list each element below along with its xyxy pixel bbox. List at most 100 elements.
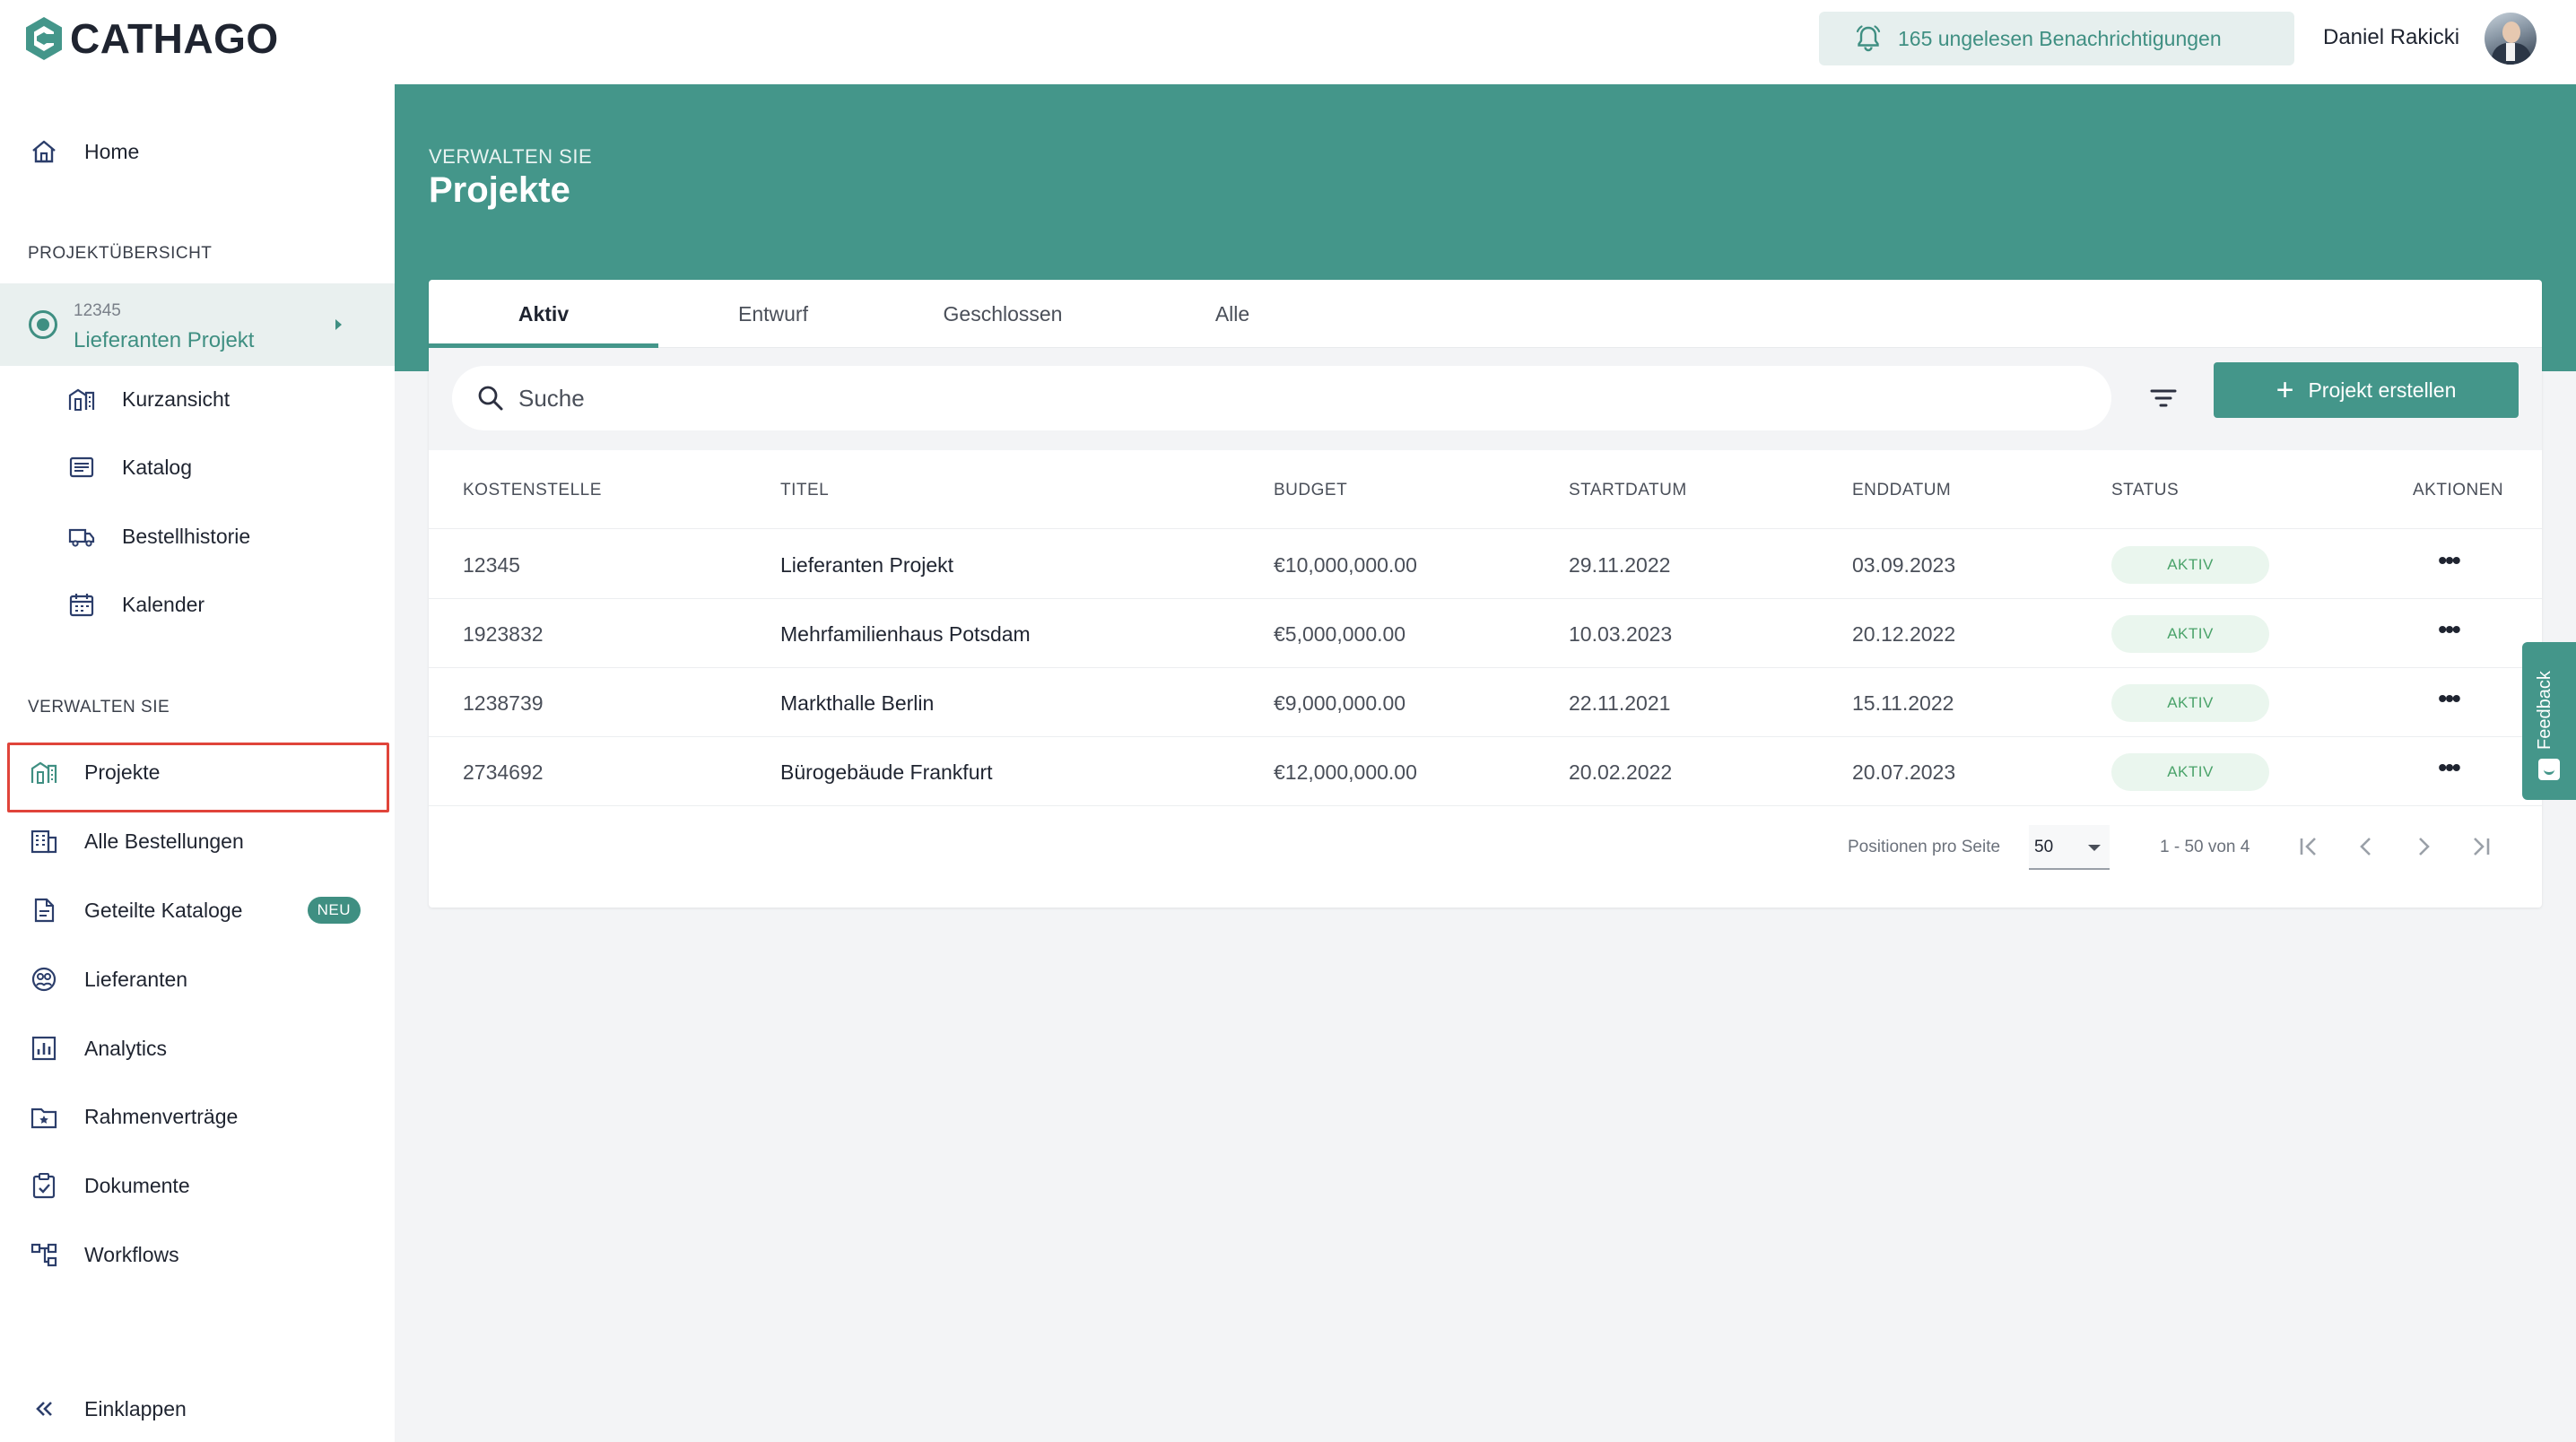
status-badge: AKTIV [2111,684,2269,722]
filter-button[interactable] [2145,380,2181,416]
cell-start-date: 22.11.2021 [1569,691,1671,715]
sidebar-item-projekte[interactable]: Projekte [0,744,395,800]
user-name[interactable]: Daniel Rakicki [2323,25,2459,50]
sidebar-item-workflows[interactable]: Workflows [0,1227,395,1282]
supplier-icon [29,964,59,995]
column-header-kostenstelle[interactable]: KOSTENSTELLE [463,481,602,500]
cell-cost-center: 1923832 [463,622,544,646]
notifications-button[interactable]: 165 ungelesen Benachrichtigungen [1819,12,2294,65]
search-box [452,366,2111,430]
cell-end-date: 15.11.2022 [1852,691,1954,715]
table-row[interactable]: 1238739 Markthalle Berlin €9,000,000.00 … [429,668,2542,737]
status-badge: AKTIV [2111,615,2269,653]
next-page-button[interactable] [2406,829,2441,864]
cell-title[interactable]: Mehrfamilienhaus Potsdam [780,622,1031,647]
cell-budget: €5,000,000.00 [1274,622,1406,646]
tab-alle[interactable]: Alle [1118,280,1347,348]
notifications-label: 165 ungelesen Benachrichtigungen [1898,26,2222,50]
more-actions-icon[interactable]: ••• [2431,612,2467,647]
cell-end-date: 20.07.2023 [1852,760,1956,784]
status-badge: AKTIV [2111,753,2269,791]
table-row[interactable]: 12345 Lieferanten Projekt €10,000,000.00… [429,530,2542,599]
sidebar: Home PROJEKTÜBERSICHT 12345 Lieferanten … [0,84,395,1442]
chevron-right-icon [2419,838,2430,856]
tab-aktiv[interactable]: Aktiv [429,280,658,348]
more-actions-icon[interactable]: ••• [2431,543,2467,578]
sidebar-item-lieferanten[interactable]: Lieferanten [0,951,395,1007]
per-page-label: Positionen pro Seite [1848,838,2001,856]
search-input[interactable] [518,384,2043,413]
sidebar-item-label: Analytics [84,1036,168,1060]
smiley-icon [2538,759,2560,780]
calendar-icon [66,589,97,620]
collapse-sidebar-button[interactable]: Einklappen [0,1381,395,1437]
cell-cost-center: 2734692 [463,760,544,784]
status-badge: AKTIV [2111,546,2269,584]
building-icon [29,757,59,787]
cell-end-date: 20.12.2022 [1852,622,1956,646]
table-row[interactable]: 2734692 Bürogebäude Frankfurt €12,000,00… [429,737,2542,806]
logo[interactable]: CATHAGO [25,15,279,62]
table-toolbar: + Projekt erstellen [429,348,2542,450]
cell-budget: €9,000,000.00 [1274,691,1406,715]
sidebar-item-bestellhistorie[interactable]: Bestellhistorie [0,508,395,564]
cell-budget: €12,000,000.00 [1274,760,1417,784]
filter-icon [2150,389,2177,407]
cathago-logo-icon [26,17,62,60]
feedback-label: Feedback [2535,671,2554,750]
avatar[interactable] [2485,13,2537,65]
cell-start-date: 20.02.2022 [1569,760,1673,784]
dropdown-arrow-icon [2088,845,2101,851]
tab-geschlossen[interactable]: Geschlossen [888,280,1118,348]
sidebar-item-katalog[interactable]: Katalog [0,439,395,495]
building-icon [66,384,97,414]
column-header-startdatum[interactable]: STARTDATUM [1569,481,1687,500]
cell-title[interactable]: Bürogebäude Frankfurt [780,760,993,785]
sidebar-item-dokumente[interactable]: Dokumente [0,1158,395,1213]
office-icon [29,826,59,856]
sidebar-item-home[interactable]: Home [0,124,395,179]
cell-title[interactable]: Markthalle Berlin [780,691,934,716]
cell-title[interactable]: Lieferanten Projekt [780,553,953,578]
column-header-status[interactable]: STATUS [2111,481,2179,500]
create-project-button[interactable]: + Projekt erstellen [2214,362,2519,418]
sidebar-item-alle-bestellungen[interactable]: Alle Bestellungen [0,813,395,869]
cell-end-date: 03.09.2023 [1852,553,1956,577]
sidebar-item-label: Home [84,139,140,163]
section-title-manage: VERWALTEN SIE [28,698,170,717]
double-chevron-left-icon [29,1394,59,1424]
pagination: Positionen pro Seite 50 1 - 50 von 4 [429,809,2542,881]
feedback-tab[interactable]: Feedback [2522,642,2576,800]
sidebar-item-label: Kurzansicht [122,387,231,411]
column-header-enddatum[interactable]: ENDDATUM [1852,481,1951,500]
first-page-button[interactable] [2291,829,2327,864]
sidebar-item-label: Kalender [122,592,205,616]
column-header-budget[interactable]: BUDGET [1274,481,1347,500]
more-actions-icon[interactable]: ••• [2431,681,2467,717]
sidebar-item-geteilte-kataloge[interactable]: Geteilte Kataloge NEU [0,882,395,938]
sidebar-item-rahmenvertraege[interactable]: Rahmenverträge [0,1089,395,1144]
per-page-select[interactable]: 50 [2029,825,2110,870]
bell-ringing-icon [1856,25,1881,52]
clipboard-check-icon [29,1170,59,1201]
first-page-icon [2300,838,2316,856]
column-header-titel[interactable]: TITEL [780,481,829,500]
sidebar-item-label: Dokumente [84,1173,190,1197]
project-selector[interactable]: 12345 Lieferanten Projekt [0,283,395,366]
table-row[interactable]: 1923832 Mehrfamilienhaus Potsdam €5,000,… [429,599,2542,668]
document-icon [29,895,59,925]
sidebar-item-label: Projekte [84,760,161,784]
sidebar-item-kalender[interactable]: Kalender [0,577,395,632]
last-page-button[interactable] [2463,829,2499,864]
tab-entwurf[interactable]: Entwurf [658,280,888,348]
chevron-left-icon [2360,838,2371,856]
sidebar-item-label: Alle Bestellungen [84,829,244,853]
cell-start-date: 10.03.2023 [1569,622,1673,646]
workflow-icon [29,1239,59,1270]
more-actions-icon[interactable]: ••• [2431,750,2467,786]
previous-page-button[interactable] [2348,829,2384,864]
sidebar-item-label: Rahmenverträge [84,1104,239,1128]
per-page-value: 50 [2034,838,2054,856]
sidebar-item-analytics[interactable]: Analytics [0,1021,395,1076]
sidebar-item-kurzansicht[interactable]: Kurzansicht [0,371,395,427]
